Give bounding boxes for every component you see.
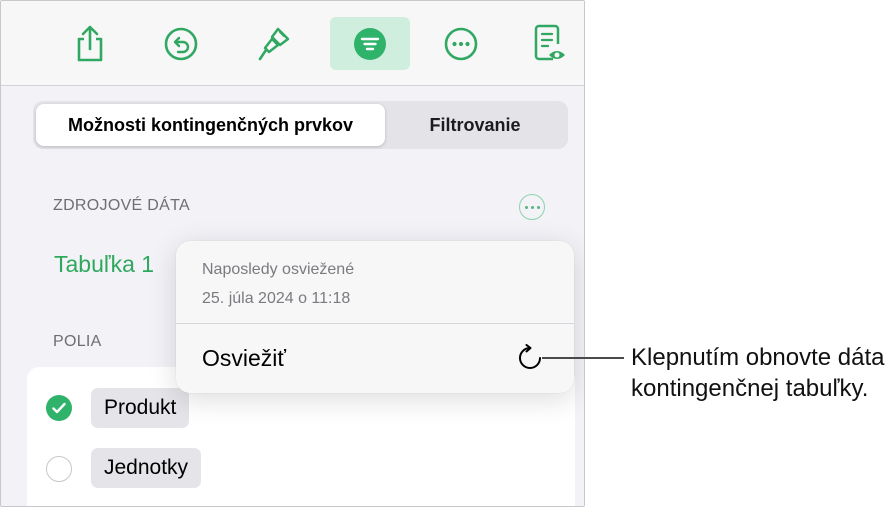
fields-heading: POLIA <box>53 333 102 350</box>
tab-pivot-options[interactable]: Možnosti kontingenčných prvkov <box>36 104 385 146</box>
dot-icon <box>536 205 540 209</box>
share-icon <box>77 25 103 61</box>
source-table-link[interactable]: Tabuľka 1 <box>54 251 154 278</box>
undo-button[interactable] <box>141 17 221 70</box>
refresh-popover: Naposledy osviežené 25. júla 2024 o 11:1… <box>176 241 574 393</box>
pivot-options-panel: Možnosti kontingenčných prvkov Filtrovan… <box>0 0 585 507</box>
more-button[interactable] <box>421 17 501 70</box>
segmented-control: Možnosti kontingenčných prvkov Filtrovan… <box>33 101 568 149</box>
refresh-button[interactable]: Osviežiť <box>176 324 574 393</box>
last-refreshed-date: 25. júla 2024 o 11:18 <box>202 290 351 307</box>
field-chip-jednotky[interactable]: Jednotky <box>91 448 202 488</box>
share-button[interactable] <box>50 17 130 70</box>
undo-icon <box>164 27 198 60</box>
toolbar <box>1 1 584 86</box>
dot-icon <box>524 205 528 209</box>
field-row-jednotky: Jednotky <box>27 443 575 493</box>
field-checkbox-jednotky[interactable] <box>46 456 72 482</box>
refresh-label: Osviežiť <box>202 345 287 371</box>
source-data-heading: ZDROJOVÉ DÁTA <box>53 197 190 214</box>
document-view-icon <box>534 24 565 60</box>
source-more-button[interactable] <box>519 194 545 220</box>
format-brush-icon <box>258 27 290 60</box>
last-refreshed-label: Naposledy osviežené <box>202 261 355 278</box>
callout-leader-line <box>542 357 624 359</box>
refresh-icon <box>519 344 541 369</box>
field-chip-produkt[interactable]: Produkt <box>91 388 190 428</box>
document-view-button[interactable] <box>509 17 584 70</box>
organize-button[interactable] <box>330 17 410 70</box>
dot-icon <box>530 205 534 209</box>
more-icon <box>444 27 478 60</box>
field-checkbox-produkt[interactable] <box>46 395 72 421</box>
checkmark-icon <box>52 402 66 414</box>
tab-filtering[interactable]: Filtrovanie <box>385 104 565 146</box>
organize-icon <box>354 27 386 60</box>
callout-text: Klepnutím obnovte dáta kontingenčnej tab… <box>631 344 885 402</box>
format-button[interactable] <box>234 17 314 70</box>
